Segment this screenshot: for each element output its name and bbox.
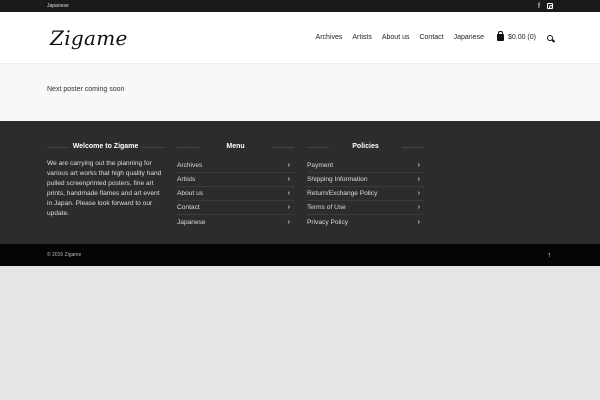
footer-policy-label: Terms of Use [307,204,346,211]
footer-menu-item-japanese[interactable]: Japanese › [177,215,294,229]
footer-policy-label: Return/Exchange Policy [307,190,378,197]
footer-menu-item-artists[interactable]: Artists › [177,173,294,187]
chevron-right-icon: › [417,218,420,226]
chevron-right-icon: › [287,218,290,226]
page-background [0,266,600,398]
nav-item-artists[interactable]: Artists [352,34,371,41]
shopping-bag-icon [496,31,504,41]
footer-menu-item-archives[interactable]: Archives › [177,159,294,173]
footer-policy-terms[interactable]: Terms of Use › [307,201,424,215]
nav-item-japanese[interactable]: Japanese [454,34,484,41]
instagram-icon[interactable] [547,3,553,9]
footer-policy-label: Payment [307,162,334,169]
policies-title: Policies [307,143,424,150]
facebook-icon[interactable]: f [538,3,540,10]
main-nav: Archives Artists About us Contact Japane… [306,31,553,41]
footer-policies-column: Policies Payment › Shipping Information › … [307,143,424,244]
site-footer: Welcome to Zigame We are carrying out th… [0,121,600,244]
footer-policy-return-exchange[interactable]: Return/Exchange Policy › [307,187,424,201]
chevron-right-icon: › [417,176,420,183]
search-icon[interactable] [547,34,553,41]
site-logo[interactable]: Zigame [50,26,128,50]
nav-item-archives[interactable]: Archives [316,34,343,41]
chevron-right-icon: › [287,190,290,197]
chevron-right-icon: › [417,204,420,211]
footer-menu-item-contact[interactable]: Contact › [177,201,294,215]
back-to-top-icon[interactable]: ↑ [548,252,552,259]
footer-menu-label: Japanese [177,218,206,226]
top-bar: Japanese f [0,0,600,12]
footer-welcome-column: Welcome to Zigame We are carrying out th… [47,143,164,244]
bottom-bar: © 2015 Zigame ↑ [0,244,600,266]
footer-menu-label: Artists [177,176,196,183]
menu-title: Menu [177,143,294,150]
chevron-right-icon: › [417,190,420,197]
footer-menu-label: Archives [177,162,203,169]
footer-menu-label: About us [177,190,204,197]
chevron-right-icon: › [287,162,290,169]
nav-item-contact[interactable]: Contact [419,34,443,41]
nav-item-about-us[interactable]: About us [382,34,410,41]
welcome-title: Welcome to Zigame [47,143,164,150]
coming-soon-message: Next poster coming soon [47,86,125,93]
cart-total: $0.00 (0) [507,34,536,41]
chevron-right-icon: › [287,204,290,211]
chevron-right-icon: › [287,176,290,183]
site-header: Zigame Archives Artists About us Contact… [0,12,600,64]
footer-menu-column: Menu Archives › Artists › About us › Contac… [177,143,294,244]
footer-policy-privacy[interactable]: Privacy Policy › [307,215,424,229]
cart-button[interactable]: $0.00 (0) [496,31,536,41]
footer-policy-shipping[interactable]: Shipping Information › [307,173,424,187]
footer-menu-label: Contact [177,204,200,211]
chevron-right-icon: › [417,162,420,169]
footer-policy-label: Privacy Policy [307,218,349,226]
language-link[interactable]: Japanese [47,3,69,9]
footer-policy-label: Shipping Information [307,176,368,183]
footer-policy-payment[interactable]: Payment › [307,159,424,173]
social-links: f [538,3,553,10]
footer-menu-item-about-us[interactable]: About us › [177,187,294,201]
main-content: Next poster coming soon [0,64,600,121]
welcome-text: We are carrying out the planning for var… [47,160,162,217]
copyright-text: © 2015 Zigame [47,252,82,258]
